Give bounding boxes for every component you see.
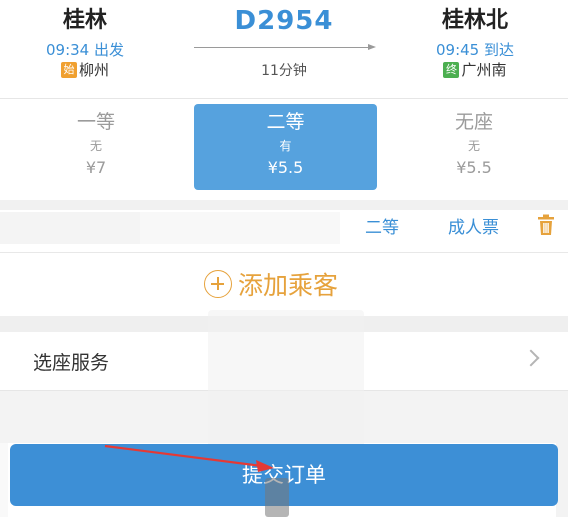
add-passenger-label: 添加乘客 — [238, 271, 339, 300]
passenger-ticket-type[interactable]: 成人票 — [448, 213, 499, 238]
seat-option-availability: 无 — [89, 139, 102, 153]
arrival-time: 09:45 到达 — [436, 41, 514, 59]
seat-option-price: ¥5.5 — [456, 158, 492, 177]
seat-option-no-seat[interactable]: 无座 无 ¥5.5 — [418, 110, 530, 190]
terminal-info: 终 广州南 — [420, 60, 530, 80]
arrival-station-name: 桂林北 — [441, 8, 508, 33]
travel-duration: 11分钟 — [261, 63, 307, 79]
origin-info: 始 柳州 — [30, 60, 140, 80]
seat-option-label: 无座 — [454, 111, 493, 133]
arrival-station: 桂林北 09:45 到达 终 广州南 — [420, 8, 530, 80]
trash-icon[interactable] — [537, 214, 555, 236]
route-arrow-icon — [368, 44, 376, 50]
seat-option-availability: 无 — [467, 139, 480, 153]
train-info: D2954 — [186, 6, 382, 36]
passenger-id-redacted — [140, 212, 340, 244]
seat-option-label: 二等 — [266, 111, 305, 133]
finger-cursor-icon — [265, 478, 289, 517]
departure-station: 桂林 09:34 出发 始 柳州 — [30, 8, 140, 80]
seat-service-label: 选座服务 — [33, 352, 110, 374]
origin-tag: 始 — [60, 62, 77, 78]
terminal-tag: 终 — [443, 62, 460, 78]
add-passenger-button[interactable]: 添加乘客 — [204, 266, 338, 302]
departure-station-name: 桂林 — [62, 8, 107, 33]
seat-option-second-class[interactable]: 二等 有 ¥5.5 — [194, 104, 377, 190]
seat-option-availability: 有 — [279, 139, 292, 153]
terminal-city: 广州南 — [461, 61, 507, 79]
departure-time: 09:34 出发 — [46, 41, 124, 59]
seat-option-price: ¥7 — [85, 158, 107, 177]
origin-city: 柳州 — [78, 61, 109, 79]
seat-option-first-class[interactable]: 一等 无 ¥7 — [40, 110, 152, 190]
seat-option-label: 一等 — [76, 111, 115, 133]
passenger-name-redacted — [0, 212, 140, 244]
plus-circle-icon — [204, 270, 232, 298]
faded-overlay — [208, 310, 364, 450]
section-gap — [0, 200, 568, 210]
seat-option-price: ¥5.5 — [267, 158, 304, 177]
train-number: D2954 — [234, 6, 334, 36]
route-arrow-line — [194, 47, 368, 48]
passenger-seat-class[interactable]: 二等 — [365, 213, 399, 238]
